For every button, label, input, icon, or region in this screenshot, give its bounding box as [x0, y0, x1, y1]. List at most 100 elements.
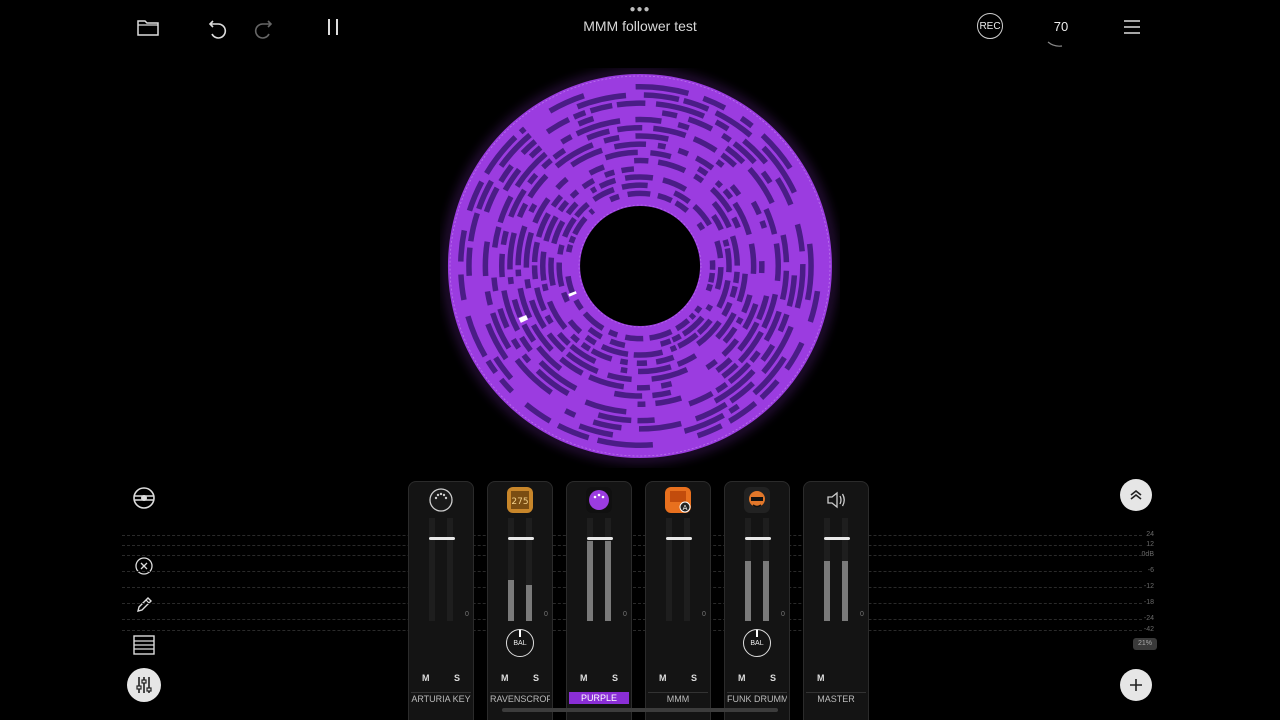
- level-meter: [745, 518, 751, 621]
- mute-button[interactable]: M: [738, 673, 746, 683]
- volume-fader[interactable]: [745, 537, 771, 540]
- mute-button[interactable]: M: [659, 673, 667, 683]
- level-meter: [605, 518, 611, 621]
- level-meter: [824, 518, 830, 621]
- project-title: MMM follower test: [583, 18, 697, 34]
- volume-fader[interactable]: [508, 537, 534, 540]
- channel-name[interactable]: MASTER: [806, 692, 866, 705]
- db-gridline: [122, 619, 1142, 620]
- channel-name[interactable]: FUNK DRUMM: [727, 692, 787, 705]
- menu-icon[interactable]: [1117, 12, 1147, 42]
- channel-strip[interactable]: 0 BAL M S FUNK DRUMM: [724, 481, 790, 720]
- chevron-up-double-icon: [1130, 489, 1142, 500]
- level-meter: [526, 518, 532, 621]
- purple-synth-icon[interactable]: [586, 487, 612, 513]
- volume-fader[interactable]: [587, 537, 613, 540]
- pattern-block[interactable]: [499, 253, 506, 278]
- pattern-block[interactable]: [531, 265, 539, 280]
- pattern-block[interactable]: [758, 261, 765, 274]
- level-meter: [429, 518, 435, 621]
- meter-zero-label: 0: [544, 611, 548, 618]
- record-button[interactable]: REC: [977, 13, 1003, 39]
- channel-name[interactable]: ARTURIA KEY: [411, 692, 471, 705]
- level-meter: [508, 518, 514, 621]
- pattern-block[interactable]: [637, 417, 655, 424]
- pattern-block[interactable]: [633, 157, 649, 164]
- volume-fader[interactable]: [824, 537, 850, 540]
- db-gridline: [122, 555, 1142, 556]
- channel-strip[interactable]: 0 M S PURPLE: [566, 481, 632, 720]
- plus-icon: [1130, 679, 1142, 691]
- pattern-block[interactable]: [466, 247, 473, 276]
- volume-fader[interactable]: [666, 537, 692, 540]
- solo-button[interactable]: S: [533, 673, 539, 683]
- channel-strip[interactable]: A 0 M S MMM: [645, 481, 711, 720]
- channel-name[interactable]: PURPLE: [569, 692, 629, 704]
- solo-button[interactable]: S: [612, 673, 618, 683]
- db-label: -42: [1143, 626, 1154, 633]
- db-label: -12: [1143, 583, 1154, 590]
- level-meter: [684, 518, 690, 621]
- channel-strip[interactable]: 275 0 BAL M S RAVENSCROF: [487, 481, 553, 720]
- channel-name[interactable]: RAVENSCROF: [490, 692, 550, 705]
- meter-zero-label: 0: [781, 611, 785, 618]
- add-track-button[interactable]: [1120, 669, 1152, 701]
- db-gridline: [122, 603, 1142, 604]
- more-dots-icon[interactable]: ●●●: [628, 4, 652, 15]
- pattern-block[interactable]: [507, 276, 514, 285]
- level-meter: [763, 518, 769, 621]
- speaker-icon[interactable]: [823, 487, 849, 513]
- pattern-block[interactable]: [620, 366, 628, 374]
- pattern-block[interactable]: [709, 260, 716, 270]
- svg-text:A: A: [683, 504, 688, 512]
- volume-fader[interactable]: [429, 537, 455, 540]
- tempo-dial-icon: [1047, 41, 1063, 47]
- pattern-block[interactable]: [636, 384, 651, 391]
- level-meter: [666, 518, 672, 621]
- balance-knob[interactable]: BAL: [743, 629, 771, 657]
- level-meter: [587, 518, 593, 621]
- midi-port-icon[interactable]: [428, 487, 454, 513]
- meter-zero-label: 0: [860, 611, 864, 618]
- cpu-badge: 21%: [1133, 638, 1157, 650]
- disc-view-icon[interactable]: [131, 485, 157, 511]
- mmm-app-icon[interactable]: A: [665, 487, 691, 513]
- collapse-mixer-button[interactable]: [1120, 479, 1152, 511]
- db-gridline: [122, 587, 1142, 588]
- pattern-block[interactable]: [637, 401, 646, 407]
- pattern-block[interactable]: [636, 360, 648, 366]
- mute-button[interactable]: M: [580, 673, 588, 683]
- svg-text:275: 275: [511, 497, 528, 507]
- solo-button[interactable]: S: [770, 673, 776, 683]
- db-gridline: [122, 571, 1142, 572]
- meter-zero-label: 0: [465, 611, 469, 618]
- close-circle-icon[interactable]: [131, 553, 157, 579]
- pencil-icon[interactable]: [131, 592, 157, 618]
- piano-app-icon[interactable]: 275: [507, 487, 533, 513]
- db-label: 0dB: [1141, 551, 1154, 558]
- mute-button[interactable]: M: [422, 673, 430, 683]
- ring-sequencer[interactable]: [440, 68, 840, 468]
- mixer-scrollbar[interactable]: [502, 708, 778, 712]
- db-label: 24: [1146, 531, 1154, 538]
- db-label: 12: [1146, 541, 1154, 548]
- channel-name[interactable]: MMM: [648, 692, 708, 705]
- drummer-app-icon[interactable]: [744, 487, 770, 513]
- db-label: -6: [1147, 567, 1154, 574]
- level-meter: [842, 518, 848, 621]
- channel-strip[interactable]: 0 M MASTER: [803, 481, 869, 720]
- meter-zero-label: 0: [623, 611, 627, 618]
- solo-button[interactable]: S: [691, 673, 697, 683]
- db-gridline: [122, 535, 1142, 536]
- pattern-block[interactable]: [515, 269, 522, 277]
- meter-zero-label: 0: [702, 611, 706, 618]
- mute-button[interactable]: M: [501, 673, 509, 683]
- balance-knob[interactable]: BAL: [506, 629, 534, 657]
- track-list-icon[interactable]: [131, 632, 157, 658]
- db-gridline: [122, 630, 1142, 631]
- mixer-toggle-button[interactable]: [127, 668, 161, 702]
- solo-button[interactable]: S: [454, 673, 460, 683]
- channel-strip[interactable]: 0 M S ARTURIA KEY: [408, 481, 474, 720]
- level-meter: [447, 518, 453, 621]
- mute-button[interactable]: M: [817, 673, 825, 683]
